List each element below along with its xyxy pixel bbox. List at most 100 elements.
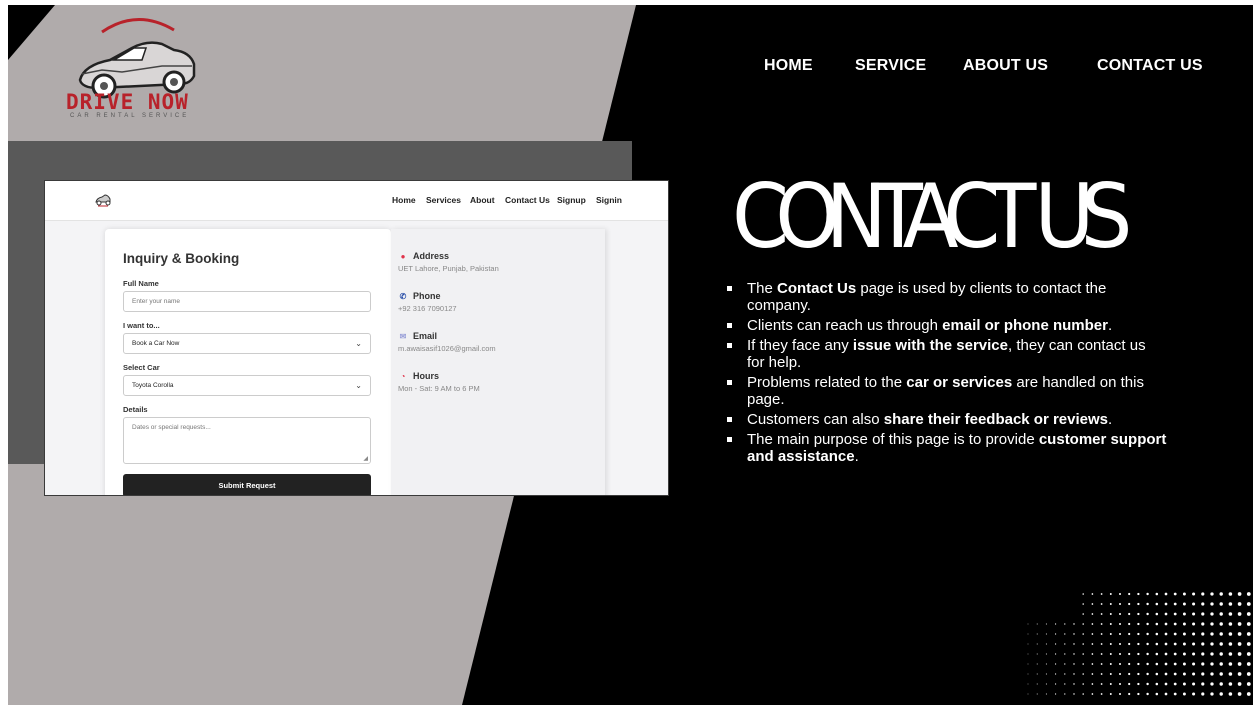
email-title: Email [413,331,438,341]
pattern-dot [1228,602,1233,606]
pattern-dot [1201,592,1205,596]
pattern-dot [1201,612,1205,616]
bullet-bold-text: car or services [906,374,1013,391]
screenshot-nav-contact[interactable]: Contact Us [505,195,550,205]
pattern-dot [1237,672,1242,676]
pattern-dot [1109,593,1112,595]
pattern-dot [1073,683,1075,685]
pattern-dot [1228,682,1233,686]
intent-select[interactable]: Book a Car Now ⌄ [123,333,371,354]
pattern-dot [1155,642,1159,646]
pattern-dot [1155,652,1159,656]
nav-contact-us[interactable]: CONTACT US [1097,57,1203,75]
phone-title: Phone [413,291,441,301]
pattern-dot [1137,642,1140,646]
pattern-dot [1201,632,1205,636]
pattern-dot [1219,642,1223,646]
bullet-bold-text: email or phone number [942,317,1108,334]
bullet-list: The Contact Us page is used by clients t… [727,280,1167,468]
pattern-dot [1036,683,1038,685]
submit-request-button[interactable]: Submit Request [123,474,371,495]
pattern-dot [1073,653,1075,655]
pattern-dot [1055,643,1057,645]
pattern-dot [1246,592,1251,596]
pattern-dot [1146,662,1149,666]
left-border [0,0,8,705]
pattern-dot [1210,652,1214,656]
top-nav: HOME SERVICE ABOUT US CONTACT US [0,57,1253,77]
pattern-dot [1146,602,1149,606]
pattern-dot [1164,622,1168,626]
pattern-dot [1100,613,1103,615]
phone-icon: ✆ [399,291,407,301]
pattern-dot [1036,653,1038,655]
pattern-dot [1164,592,1168,596]
details-textarea[interactable]: Dates or special requests... ◢ [123,417,371,464]
pattern-dot [1164,652,1168,656]
pattern-dot [1164,632,1168,636]
pattern-dot [1118,672,1122,676]
pattern-dot [1064,683,1066,685]
resize-handle-icon[interactable]: ◢ [363,455,368,462]
pattern-dot [1128,622,1131,626]
pattern-dot [1073,633,1075,635]
pattern-dot [1219,692,1223,696]
bullet-text: The [747,280,778,297]
bullet-item: Customers can also share their feedback … [727,411,1167,428]
pattern-dot [1155,672,1159,676]
full-name-input[interactable]: Enter your name [123,291,371,312]
pattern-dot [1164,612,1168,616]
pattern-dot [1036,643,1038,645]
pattern-dot [1182,692,1186,696]
pattern-dot [1082,653,1084,655]
screenshot-nav-home[interactable]: Home [392,195,416,205]
bullet-text: . [854,448,859,465]
screenshot-nav-about[interactable]: About [470,195,495,205]
pattern-dot [1237,692,1242,696]
pattern-dot [1146,692,1149,696]
pattern-dot [1137,672,1140,676]
pattern-dot [1246,662,1251,666]
pattern-dot [1182,642,1186,646]
nav-service[interactable]: SERVICE [855,57,926,75]
pattern-dot [1091,643,1094,645]
brand-tagline: CAR RENTAL SERVICE [70,113,190,119]
email-value[interactable]: m.awaisasif1026@gmail.com [398,344,496,353]
pattern-dot [1246,632,1251,636]
bullet-item: Problems related to the car or services … [727,374,1167,408]
bullet-item: The main purpose of this page is to prov… [727,431,1167,465]
pattern-dot [1055,673,1057,675]
pattern-dot [1128,662,1131,666]
pattern-dot [1118,612,1122,616]
pattern-dot [1201,602,1205,606]
pattern-dot [1219,672,1223,676]
pattern-dot [1082,663,1084,665]
pattern-dot [1210,592,1214,596]
form-title: Inquiry & Booking [123,251,240,266]
bullet-text: . [1108,411,1113,428]
pattern-dot [1137,632,1140,636]
pattern-dot [1219,592,1223,596]
pattern-dot [1164,692,1168,696]
screenshot-nav-signup[interactable]: Signup [557,195,586,205]
pattern-dot [1201,652,1205,656]
address-title: Address [413,251,450,261]
pattern-dot [1146,632,1149,636]
phone-block: ✆ Phone +92 316 7090127 [398,291,457,313]
pattern-dot [1118,662,1122,666]
pattern-dot [1201,622,1205,626]
pattern-dot [1137,622,1140,626]
pattern-dot [1228,592,1233,596]
screenshot-nav-signin[interactable]: Signin [596,195,622,205]
screenshot-logo-icon[interactable] [93,190,113,210]
screenshot-nav-services[interactable]: Services [426,195,461,205]
pattern-dot [1118,632,1122,636]
pattern-dot [1210,612,1214,616]
nav-about-us[interactable]: ABOUT US [963,57,1048,75]
pattern-dot [1219,652,1223,656]
car-select[interactable]: Toyota Corolla ⌄ [123,375,371,396]
pattern-dot [1027,663,1029,665]
pattern-dot [1237,652,1242,656]
nav-home[interactable]: HOME [764,57,813,75]
pattern-dot [1173,632,1177,636]
